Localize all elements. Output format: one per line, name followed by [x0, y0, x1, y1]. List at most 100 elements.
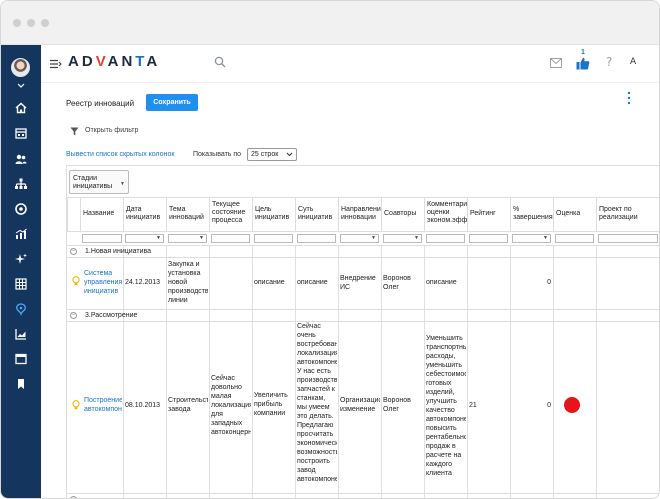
- window-zoom-dot[interactable]: [41, 19, 49, 27]
- column-header-essence[interactable]: Суть инициатив: [295, 197, 338, 231]
- innovation-icon[interactable]: [14, 302, 28, 317]
- more-options-icon[interactable]: [627, 91, 631, 105]
- hidden-columns-link[interactable]: Вывести список скрытых колонок: [66, 151, 174, 158]
- filter-input-project[interactable]: [598, 234, 658, 243]
- main-content: Реестр инноваций Сохранить Открыть фильт…: [41, 83, 659, 498]
- chevron-down-icon[interactable]: [17, 83, 25, 89]
- chevron-down-icon: ▼: [120, 181, 125, 187]
- lightbulb-icon: [72, 276, 80, 286]
- logo-letter: N: [121, 53, 136, 70]
- search-icon[interactable]: [214, 56, 226, 68]
- column-header-name[interactable]: Название: [80, 197, 123, 231]
- column-header-completion[interactable]: % завершения: [510, 197, 553, 231]
- page-size-select[interactable]: 25 строк: [247, 148, 297, 161]
- groupby-chip[interactable]: Стадии инициативы ▼: [69, 170, 129, 194]
- cell-date: 08.10.2013: [125, 402, 161, 409]
- logo-letter: A: [68, 53, 82, 70]
- sparkle-icon[interactable]: [14, 252, 28, 266]
- cell-essence: Сейчас очень востребована локализация ав…: [297, 323, 337, 483]
- group-row[interactable]: −: [67, 493, 659, 498]
- cell-state: Сейчас довольно малая локализация для за…: [211, 375, 251, 436]
- thumbs-up-icon[interactable]: [576, 57, 590, 70]
- filter-select-coauthors[interactable]: ▼: [383, 234, 422, 243]
- logo-letter: V: [95, 53, 108, 70]
- save-button[interactable]: Сохранить: [146, 94, 198, 111]
- cell-topic: Строительство завода: [168, 397, 208, 413]
- column-header-project[interactable]: Проект по реализации: [596, 197, 659, 231]
- org-chart-icon[interactable]: [14, 177, 28, 191]
- lightbulb-icon: [72, 400, 80, 410]
- filter-input-name[interactable]: [82, 234, 122, 243]
- column-header-goal[interactable]: Цель инициатив: [252, 197, 295, 231]
- group-row[interactable]: − 1.Новая инициатива: [67, 245, 659, 257]
- filter-input-score[interactable]: [555, 234, 594, 243]
- chevron-down-icon: [286, 152, 293, 157]
- users-icon[interactable]: [14, 152, 28, 166]
- logo-letter: D: [81, 53, 96, 70]
- language-icon[interactable]: A: [630, 57, 636, 67]
- logo-letter: T: [135, 53, 147, 70]
- chart-line-icon[interactable]: [14, 327, 28, 341]
- browser-window: ADVANTA 1 ? A Реестр инноваций Сохранить…: [0, 0, 660, 499]
- group-label: 3.Рассмотрение: [85, 312, 138, 319]
- like-count: 1: [581, 49, 585, 56]
- innovation-grid: Стадии инициативы ▼ Название Дата инициа…: [66, 165, 659, 498]
- window-close-dot[interactable]: [13, 19, 21, 27]
- cell-comment: описание: [426, 279, 457, 286]
- table-icon[interactable]: [14, 277, 28, 291]
- filter-input-rating[interactable]: [469, 234, 508, 243]
- cell-completion: 0: [547, 279, 551, 286]
- target-icon[interactable]: [14, 202, 28, 216]
- logo[interactable]: ADVANTA: [68, 53, 160, 70]
- window-minimize-dot[interactable]: [27, 19, 35, 27]
- page-size-value: 25 строк: [251, 151, 279, 158]
- home-icon[interactable]: [14, 101, 28, 115]
- cell-goal: Увеличить прибыль компании: [254, 392, 288, 417]
- column-header-comment[interactable]: Комментарий оценки эконом.эфф: [424, 197, 467, 231]
- cell-completion: 0: [547, 402, 551, 409]
- filter-input-essence[interactable]: [297, 234, 336, 243]
- cell-coauthors: Воронов Олег: [383, 397, 411, 413]
- collapse-icon[interactable]: −: [70, 248, 77, 255]
- cell-name[interactable]: Система управления инициатив: [84, 269, 122, 296]
- mail-icon[interactable]: [550, 58, 562, 68]
- column-header-score[interactable]: Оценка: [553, 197, 596, 231]
- window-icon[interactable]: [14, 352, 28, 366]
- collapse-icon[interactable]: −: [70, 312, 77, 319]
- column-header-direction[interactable]: Направлени инновации: [338, 197, 381, 231]
- avatar[interactable]: [11, 58, 30, 77]
- sidebar: [1, 45, 41, 498]
- groupby-label: Стадии инициативы: [73, 175, 113, 190]
- column-header-topic[interactable]: Тема инноваций: [166, 197, 209, 231]
- logo-letter: A: [107, 53, 122, 70]
- menu-toggle-icon[interactable]: [50, 59, 62, 69]
- cell-topic: Закупка и установка новой производственн…: [168, 261, 208, 304]
- column-header-coauthors[interactable]: Соавторы: [381, 197, 424, 231]
- cell-direction: Организационное изменение: [340, 397, 380, 413]
- logo-letter: A: [146, 53, 161, 70]
- filter-select-direction[interactable]: ▼: [340, 234, 379, 243]
- analytics-icon[interactable]: [14, 227, 28, 241]
- calendar-icon[interactable]: [14, 126, 28, 140]
- filter-select-completion[interactable]: ▼: [512, 234, 551, 243]
- filter-icon: [70, 127, 79, 136]
- score-indicator-red: [564, 397, 580, 413]
- cell-date: 24.12.2013: [125, 279, 161, 286]
- bookmark-icon[interactable]: [14, 377, 28, 391]
- column-header-rating[interactable]: Рейтинг: [467, 197, 510, 231]
- cell-comment: Уменьшить транспортные расходы, уменьшит…: [426, 335, 466, 477]
- filter-input-state[interactable]: [211, 234, 250, 243]
- column-header-expand: [67, 197, 80, 231]
- group-row[interactable]: − 3.Рассмотрение: [67, 309, 659, 321]
- cell-name[interactable]: Построение автокомпонентов: [84, 396, 122, 414]
- table-row[interactable]: Система управления инициатив 24.12.2013 …: [67, 257, 659, 308]
- filter-input-goal[interactable]: [254, 234, 293, 243]
- cell-coauthors: Воронов Олег: [383, 275, 411, 291]
- column-header-date[interactable]: Дата инициатив: [123, 197, 166, 231]
- filter-select-date[interactable]: ▼: [125, 234, 164, 243]
- help-icon[interactable]: ?: [606, 55, 612, 69]
- filter-input-comment[interactable]: [426, 234, 465, 243]
- column-header-state[interactable]: Текущее состояние процесса: [209, 197, 252, 231]
- filter-select-topic[interactable]: ▼: [168, 234, 207, 243]
- table-row[interactable]: Построение автокомпонентов 08.10.2013 Ст…: [67, 321, 659, 493]
